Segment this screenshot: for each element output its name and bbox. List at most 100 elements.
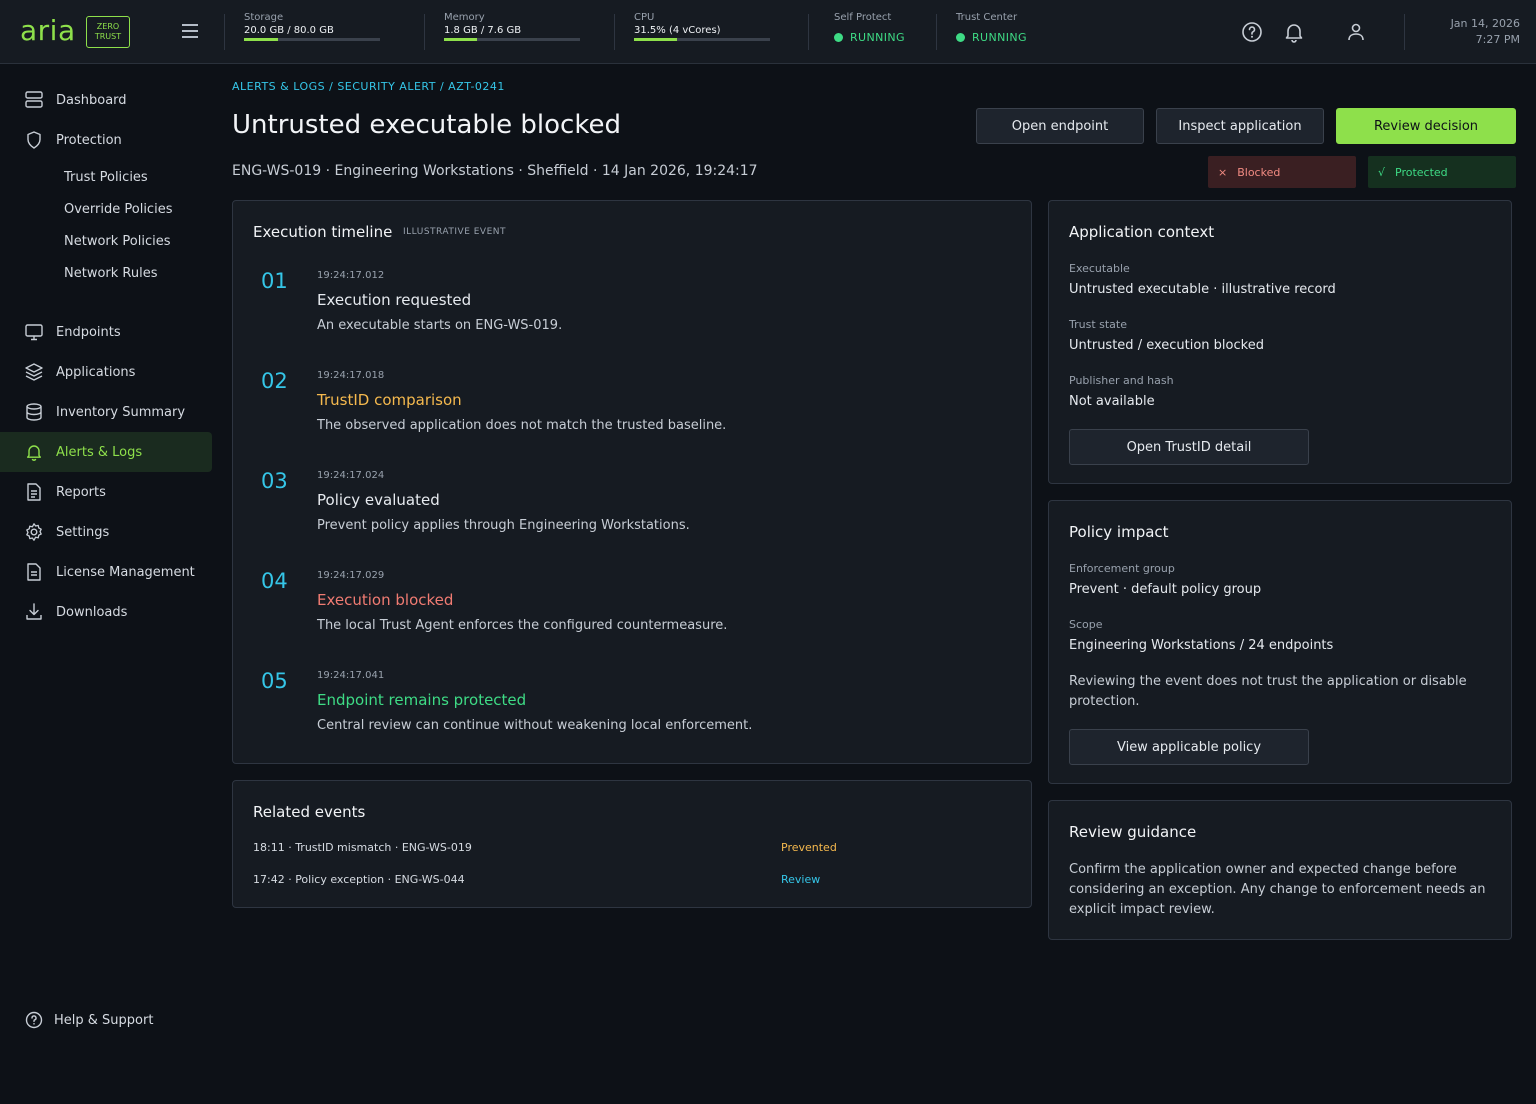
- alert-subline: ENG-WS-019 · Engineering Workstations · …: [232, 163, 758, 179]
- brand-logo[interactable]: aria: [20, 14, 76, 47]
- sidebar: Dashboard Protection Trust Policies Over…: [0, 64, 212, 1104]
- top-bar: aria ZERO TRUST Storage 20.0 GB / 80.0 G…: [0, 0, 1536, 64]
- event-text: 17:42 · Policy exception · ENG-WS-044: [253, 873, 465, 886]
- divider: [936, 14, 937, 50]
- open-endpoint-button[interactable]: Open endpoint: [976, 108, 1144, 144]
- sidebar-item-reports[interactable]: Reports: [0, 472, 212, 512]
- open-trustid-detail-button[interactable]: Open TrustID detail: [1069, 429, 1309, 465]
- sidebar-subitem-network-rules[interactable]: Network Rules: [64, 262, 157, 286]
- note-line: protection.: [1069, 694, 1140, 709]
- panel-title: Execution timeline: [253, 223, 393, 241]
- sidebar-item-dashboard[interactable]: Dashboard: [0, 80, 212, 120]
- step-number: 03: [261, 469, 288, 493]
- review-guidance-panel: Review guidance Confirm the application …: [1048, 800, 1512, 940]
- sidebar-item-license-management[interactable]: License Management: [0, 552, 212, 592]
- badge-label: Blocked: [1237, 165, 1281, 179]
- status-dot-icon: [956, 33, 965, 42]
- divider: [224, 14, 225, 50]
- event-status: Review: [781, 873, 821, 886]
- panel-title: Policy impact: [1069, 523, 1169, 541]
- sidebar-subitem-override-policies[interactable]: Override Policies: [64, 198, 172, 222]
- hamburger-menu-icon[interactable]: [178, 20, 202, 44]
- metric-label: CPU: [634, 12, 655, 23]
- event-status: Prevented: [781, 841, 837, 854]
- monitor-icon: [25, 324, 43, 341]
- inspect-application-button[interactable]: Inspect application: [1156, 108, 1324, 144]
- gear-icon: [26, 523, 42, 541]
- metric-label: Storage: [244, 12, 284, 23]
- status-label: Self Protect: [834, 12, 892, 23]
- panel-title: Application context: [1069, 223, 1215, 241]
- shield-icon: [27, 131, 41, 149]
- guidance-line: explicit impact review.: [1069, 902, 1215, 917]
- user-icon[interactable]: [1344, 20, 1368, 44]
- illustrative-tag: ILLUSTRATIVE EVENT: [403, 227, 506, 237]
- guidance-line: considering an exception. Any change to …: [1069, 882, 1486, 897]
- status-dot-icon: [834, 33, 843, 42]
- step-description: Prevent policy applies through Engineeri…: [317, 518, 690, 533]
- step-description: The observed application does not match …: [317, 418, 727, 433]
- help-icon[interactable]: [1240, 20, 1264, 44]
- current-date: Jan 14, 2026: [1450, 17, 1520, 30]
- sidebar-item-alerts-logs[interactable]: Alerts & Logs: [0, 432, 212, 472]
- metric-label: Memory: [444, 12, 485, 23]
- check-icon: √: [1378, 165, 1386, 179]
- step-number: 01: [261, 269, 288, 293]
- sidebar-item-endpoints[interactable]: Endpoints: [0, 312, 212, 352]
- help-support-link[interactable]: Help & Support: [24, 1010, 153, 1030]
- help-icon: [25, 1011, 43, 1029]
- field-value: Untrusted / execution blocked: [1069, 338, 1264, 353]
- help-support-label: Help & Support: [54, 1012, 154, 1028]
- review-decision-button[interactable]: Review decision: [1336, 108, 1516, 144]
- step-title: Policy evaluated: [317, 491, 440, 509]
- license-icon: [27, 563, 41, 581]
- step-time: 19:24:17.012: [317, 270, 385, 281]
- brand-badge-line2: TRUST: [94, 32, 122, 41]
- divider: [424, 14, 425, 50]
- dashboard-icon: [25, 91, 43, 108]
- sidebar-item-downloads[interactable]: Downloads: [0, 592, 212, 632]
- sidebar-subitem-network-policies[interactable]: Network Policies: [64, 230, 171, 254]
- step-number: 02: [261, 369, 288, 393]
- layers-icon: [25, 363, 43, 381]
- step-description: An executable starts on ENG-WS-019.: [317, 318, 563, 333]
- breadcrumb[interactable]: ALERTS & LOGS / SECURITY ALERT / AZT-024…: [232, 80, 505, 93]
- step-time: 19:24:17.041: [317, 670, 385, 681]
- sidebar-item-applications[interactable]: Applications: [0, 352, 212, 392]
- policy-note: Reviewing the event does not trust the a…: [1069, 672, 1467, 712]
- execution-timeline-panel: Execution timeline ILLUSTRATIVE EVENT 01…: [232, 200, 1032, 764]
- badge-label: Protected: [1395, 165, 1448, 179]
- close-icon: ×: [1218, 165, 1228, 179]
- sidebar-item-label: License Management: [56, 564, 195, 580]
- event-text: 18:11 · TrustID mismatch · ENG-WS-019: [253, 841, 472, 854]
- divider: [808, 14, 809, 50]
- sidebar-item-protection[interactable]: Protection: [0, 120, 212, 160]
- sidebar-item-label: Protection: [56, 132, 122, 148]
- note-line: Reviewing the event does not trust the a…: [1069, 674, 1467, 689]
- bell-icon: [27, 445, 41, 461]
- panel-title: Related events: [253, 803, 366, 821]
- sidebar-item-label: Reports: [56, 484, 106, 500]
- policy-impact-panel: Policy impact Enforcement group Prevent …: [1048, 500, 1512, 784]
- view-applicable-policy-button[interactable]: View applicable policy: [1069, 729, 1309, 765]
- cpu-progress-bar: [634, 38, 770, 41]
- protected-status-badge: √ Protected: [1368, 156, 1516, 188]
- sidebar-item-settings[interactable]: Settings: [0, 512, 212, 552]
- divider: [614, 14, 615, 50]
- bell-icon[interactable]: [1282, 20, 1306, 44]
- sidebar-item-label: Settings: [56, 524, 110, 540]
- database-icon: [26, 403, 42, 421]
- status-value: RUNNING: [972, 31, 1027, 44]
- status-label: Trust Center: [956, 12, 1018, 23]
- memory-progress-bar: [444, 38, 580, 41]
- date-time: Jan 14, 2026 7:27 PM: [1451, 16, 1520, 48]
- report-icon: [27, 483, 41, 501]
- sidebar-item-inventory-summary[interactable]: Inventory Summary: [0, 392, 212, 432]
- field-label: Publisher and hash: [1069, 374, 1174, 387]
- related-events-panel: Related events 18:11 · TrustID mismatch …: [232, 780, 1032, 908]
- field-label: Executable: [1069, 262, 1130, 275]
- sidebar-item-label: Alerts & Logs: [56, 444, 143, 460]
- download-icon: [26, 603, 42, 620]
- sidebar-subitem-trust-policies[interactable]: Trust Policies: [64, 166, 148, 190]
- field-label: Scope: [1069, 618, 1103, 631]
